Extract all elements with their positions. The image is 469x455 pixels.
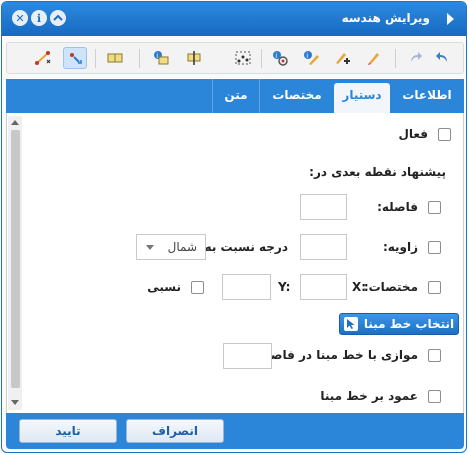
x-label: X:	[352, 280, 367, 294]
angle-checkbox[interactable]	[428, 241, 441, 254]
suggest-heading: پیشنهاد نقطه بعدی در:	[309, 165, 446, 179]
chevron-down-icon	[146, 245, 154, 250]
scroll-up-icon[interactable]	[11, 120, 19, 125]
select-baseline-label: انتخاب خط مبنا	[363, 317, 455, 331]
distance-input[interactable]	[300, 194, 347, 220]
angle-reference-value: شمال	[167, 240, 197, 254]
angle-relative-label: درجه نسبت به:	[199, 240, 288, 254]
point-icon[interactable]	[63, 47, 87, 69]
confirm-button[interactable]: تایید	[19, 419, 117, 443]
footer-bar: انصراف تایید	[6, 413, 464, 449]
parallel-checkbox[interactable]	[428, 349, 441, 362]
add-vertex-icon[interactable]	[330, 47, 354, 69]
cursor-select-icon	[343, 317, 358, 331]
select-baseline-button[interactable]: انتخاب خط مبنا	[339, 313, 459, 335]
select-vertices-icon[interactable]	[231, 47, 255, 69]
polyline-icon[interactable]	[31, 47, 55, 69]
close-icon[interactable]: ✕	[12, 10, 28, 26]
active-checkbox[interactable]	[438, 128, 451, 141]
pin-icon[interactable]	[447, 13, 454, 25]
split-icon[interactable]: i	[150, 47, 174, 69]
scrollbar[interactable]	[8, 116, 22, 410]
relative-label: نسبی	[147, 280, 181, 294]
tab-text[interactable]: متن	[212, 79, 259, 113]
info-icon[interactable]: ℹ	[31, 10, 47, 26]
tab-coordinates[interactable]: مختصات	[259, 79, 334, 113]
relative-checkbox[interactable]	[191, 281, 204, 294]
geometry-edit-window: ویرایش هندسه ✕ ℹ i i i اطلاعات دستیار مخ…	[1, 1, 467, 453]
undo-icon[interactable]	[431, 47, 455, 69]
scroll-down-icon[interactable]	[11, 400, 19, 405]
snap-icon[interactable]: i	[269, 47, 293, 69]
scroll-thumb[interactable]	[11, 130, 20, 388]
tab-info[interactable]: اطلاعات	[390, 79, 464, 113]
rectangle-icon[interactable]	[103, 47, 127, 69]
parallel-label: موازی با خط مبنا در فاصله:	[253, 348, 418, 362]
y-input[interactable]	[222, 274, 271, 300]
tab-bar: اطلاعات دستیار مختصات متن	[6, 79, 464, 113]
title-bar[interactable]: ویرایش هندسه ✕ ℹ	[2, 2, 466, 36]
svg-text:i: i	[306, 52, 308, 60]
distance-checkbox[interactable]	[428, 201, 441, 214]
svg-text:i: i	[275, 52, 277, 60]
angle-input[interactable]	[300, 234, 347, 260]
cancel-button[interactable]: انصراف	[126, 419, 224, 443]
pencil-icon[interactable]	[362, 47, 386, 69]
distance-label: فاصله:	[377, 200, 418, 214]
edit-vertex-icon[interactable]: i	[300, 47, 324, 69]
perpendicular-checkbox[interactable]	[428, 390, 441, 403]
tab-assistant[interactable]: دستیار	[334, 83, 390, 113]
move-icon[interactable]	[182, 47, 206, 69]
angle-reference-select[interactable]: شمال	[136, 234, 206, 260]
active-label: فعال	[398, 127, 428, 141]
perpendicular-label: عمود بر خط مبنا	[320, 389, 418, 403]
coordinates-label: مختصات:	[363, 280, 418, 294]
redo-icon[interactable]	[403, 47, 427, 69]
x-input[interactable]	[300, 274, 347, 300]
parallel-distance-input[interactable]	[223, 343, 272, 369]
svg-text:i: i	[156, 52, 158, 60]
y-label: Y:	[278, 280, 291, 294]
window-title: ویرایش هندسه	[341, 11, 430, 25]
collapse-icon[interactable]	[50, 10, 66, 26]
toolbar: i i i	[6, 42, 464, 74]
coordinates-checkbox[interactable]	[428, 281, 441, 294]
angle-label: زاویه:	[382, 240, 418, 254]
